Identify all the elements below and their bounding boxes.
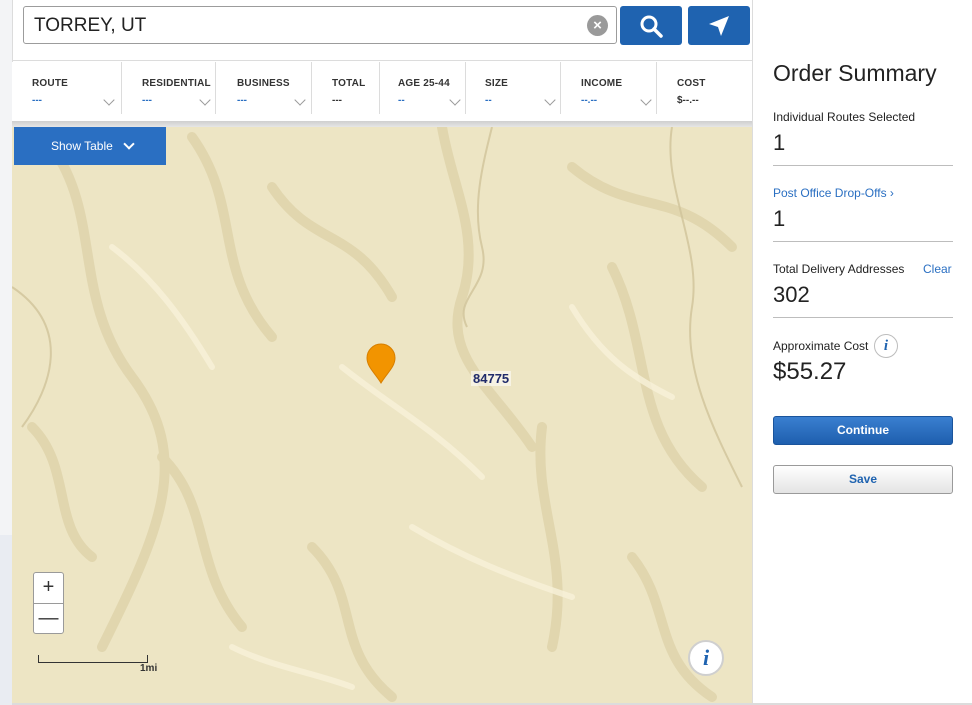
- filter-value: --: [398, 95, 405, 106]
- save-button[interactable]: Save: [773, 465, 953, 494]
- zoom-in-button[interactable]: +: [34, 573, 63, 603]
- chevron-down-icon: [640, 94, 652, 106]
- panel-divider: [752, 0, 753, 705]
- divider: [12, 60, 753, 61]
- filter-value: --.--: [581, 95, 598, 106]
- filter-bar: ROUTE --- RESIDENTIAL --- BUSINESS --- T…: [12, 62, 753, 122]
- filter-residential[interactable]: RESIDENTIAL ---: [134, 62, 216, 114]
- filter-total[interactable]: TOTAL ---: [324, 62, 380, 114]
- filter-label: INCOME: [581, 78, 623, 89]
- scale-bar: [38, 655, 148, 663]
- total-addresses-value: 302: [773, 282, 810, 307]
- divider: [773, 165, 953, 166]
- scale-label: 1mi: [140, 663, 158, 674]
- terrain-shading: [12, 127, 743, 702]
- filter-value: ---: [32, 95, 42, 106]
- filter-value: ---: [237, 95, 247, 106]
- info-icon[interactable]: i: [688, 640, 724, 676]
- clear-link[interactable]: Clear: [923, 262, 952, 276]
- order-summary-title: Order Summary: [773, 60, 937, 86]
- filter-label: AGE 25-44: [398, 78, 450, 89]
- divider: [773, 241, 953, 242]
- chevron-down-icon: [123, 138, 135, 150]
- routes-label: Individual Routes Selected: [773, 110, 916, 124]
- approximate-cost-value: $55.27: [773, 358, 847, 385]
- filter-label: RESIDENTIAL: [142, 78, 211, 89]
- filter-income[interactable]: INCOME --.--: [573, 62, 657, 114]
- map-view[interactable]: Show Table 84775 + — 1mi i: [12, 127, 753, 705]
- total-addresses-label: Total Delivery Addresses: [773, 262, 905, 276]
- filter-value: ---: [332, 95, 342, 106]
- approximate-cost-label: Approximate Cost: [773, 339, 869, 353]
- filter-age[interactable]: AGE 25-44 --: [390, 62, 466, 114]
- post-office-dropoffs-link[interactable]: Post Office Drop-Offs ›: [773, 186, 894, 200]
- filter-label: BUSINESS: [237, 78, 290, 89]
- locate-me-button[interactable]: [688, 6, 750, 45]
- routes-value: 1: [773, 130, 786, 155]
- chevron-down-icon: [103, 94, 115, 106]
- chevron-down-icon: [449, 94, 461, 106]
- filter-size[interactable]: SIZE --: [477, 62, 561, 114]
- filter-route[interactable]: ROUTE ---: [24, 62, 122, 114]
- dropoffs-value: 1: [773, 206, 786, 231]
- map-pin-icon[interactable]: [365, 343, 397, 390]
- filter-cost[interactable]: COST $--.--: [669, 62, 753, 114]
- magnifier-icon: [640, 15, 663, 38]
- chevron-down-icon: [199, 94, 211, 106]
- clear-circle-icon[interactable]: ×: [587, 15, 608, 36]
- zip-code-label[interactable]: 84775: [471, 371, 512, 386]
- filter-value: --: [485, 95, 492, 106]
- left-edge-shade: [0, 535, 12, 705]
- filter-value: ---: [142, 95, 152, 106]
- chevron-down-icon: [544, 94, 556, 106]
- filter-label: SIZE: [485, 78, 509, 89]
- search-field[interactable]: ×: [23, 6, 617, 44]
- zoom-control: + —: [33, 572, 64, 634]
- chevron-down-icon: [294, 94, 306, 106]
- continue-button[interactable]: Continue: [773, 416, 953, 445]
- filter-value: $--.--: [677, 95, 699, 106]
- filter-label: TOTAL: [332, 78, 366, 89]
- location-arrow-icon: [709, 16, 729, 36]
- divider: [773, 317, 953, 318]
- filter-label: ROUTE: [32, 78, 68, 89]
- filter-label: COST: [677, 78, 706, 89]
- search-button[interactable]: [620, 6, 682, 45]
- info-icon[interactable]: i: [874, 334, 898, 358]
- show-table-button[interactable]: Show Table: [14, 127, 166, 165]
- show-table-label: Show Table: [51, 139, 113, 153]
- zoom-out-button[interactable]: —: [34, 604, 63, 634]
- search-input[interactable]: [34, 15, 574, 37]
- filter-business[interactable]: BUSINESS ---: [229, 62, 312, 114]
